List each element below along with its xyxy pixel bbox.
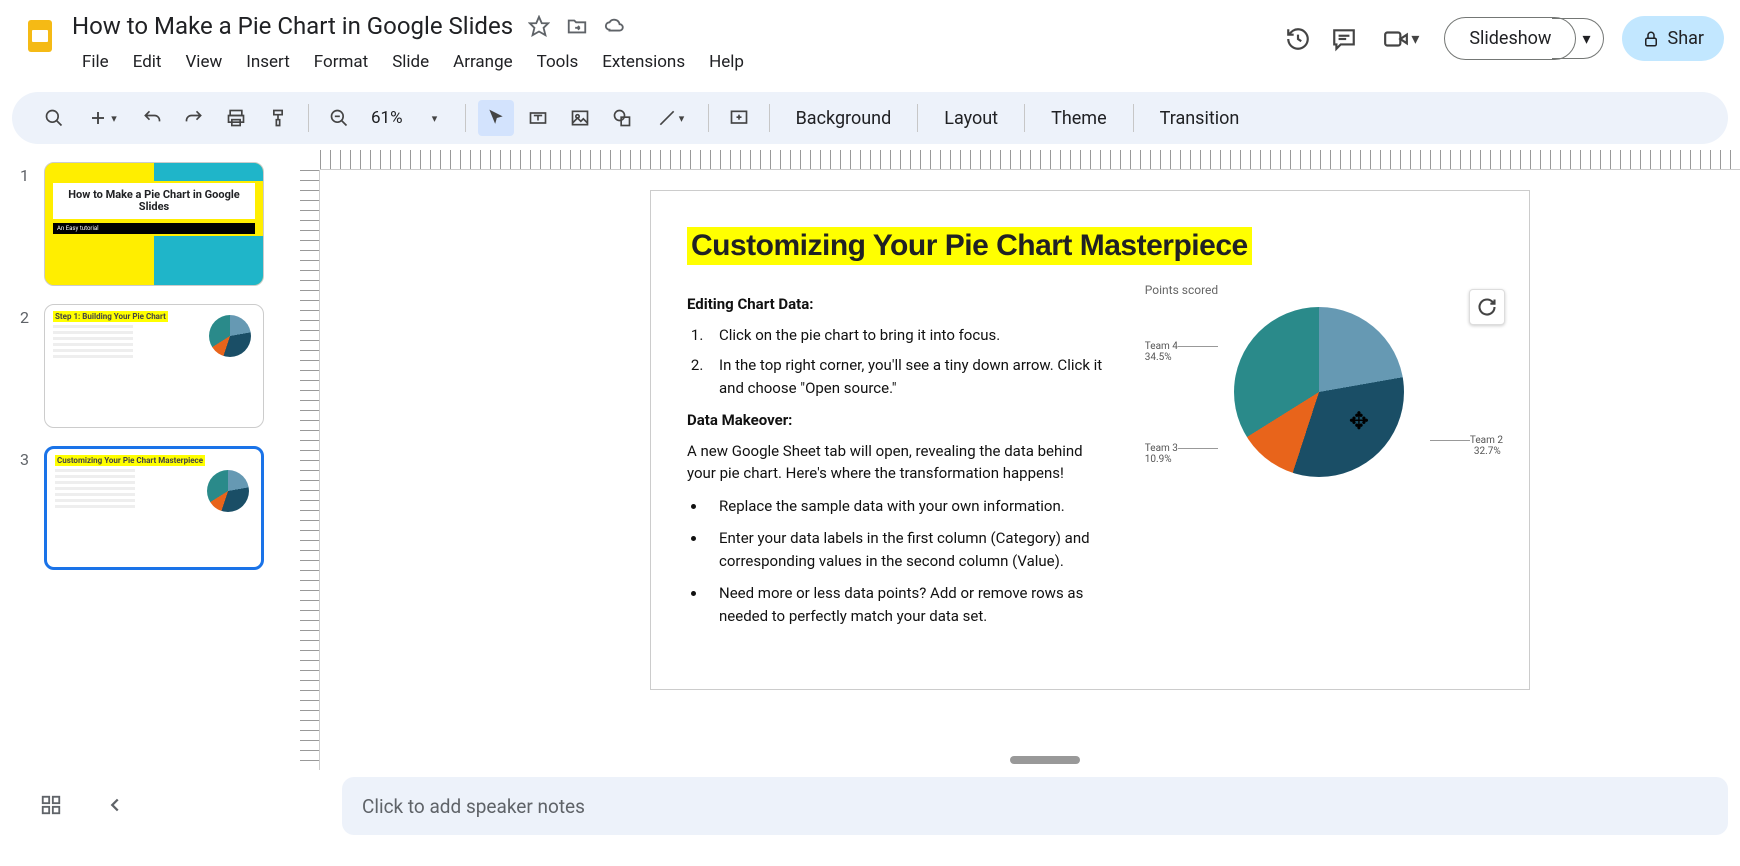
history-icon[interactable] <box>1284 25 1312 53</box>
slide-number: 3 <box>20 450 44 469</box>
toolbar: ▾ 61% ▾ ▾ Background Layout Theme Transi… <box>12 92 1728 144</box>
zoom-out-icon[interactable] <box>321 100 357 136</box>
undo-icon[interactable] <box>134 100 170 136</box>
canvas-area: Customizing Your Pie Chart Masterpiece E… <box>300 150 1740 770</box>
subheading-2: Data Makeover: <box>687 409 1115 432</box>
horizontal-scrollbar[interactable] <box>1010 756 1080 764</box>
slide-thumbnail-1[interactable]: How to Make a Pie Chart in Google Slides… <box>44 162 264 286</box>
pie-chart <box>1234 307 1404 477</box>
layout-button[interactable]: Layout <box>930 108 1012 129</box>
lock-icon <box>1642 30 1660 48</box>
grid-view-icon[interactable] <box>40 794 64 818</box>
workspace: 1 How to Make a Pie Chart in Google Slid… <box>0 150 1740 770</box>
slide-title[interactable]: Customizing Your Pie Chart Masterpiece <box>687 227 1252 265</box>
paragraph: A new Google Sheet tab will open, reveal… <box>687 440 1115 485</box>
transition-button[interactable]: Transition <box>1146 108 1254 129</box>
horizontal-ruler[interactable] <box>320 150 1740 170</box>
menu-view[interactable]: View <box>175 48 232 76</box>
collapse-filmstrip-icon[interactable] <box>104 794 128 818</box>
cloud-status-icon[interactable] <box>603 14 627 38</box>
meet-icon[interactable]: ▾ <box>1376 25 1426 53</box>
document-title[interactable]: How to Make a Pie Chart in Google Slides <box>72 12 513 40</box>
search-menus-icon[interactable] <box>36 100 72 136</box>
thumb1-title: How to Make a Pie Chart in Google Slides <box>53 183 255 219</box>
background-button[interactable]: Background <box>782 108 906 129</box>
chart-label-team4: Team 434.5% <box>1145 341 1218 363</box>
speaker-notes-input[interactable]: Click to add speaker notes <box>342 777 1728 835</box>
list-item: Click on the pie chart to bring it into … <box>707 324 1115 347</box>
refresh-chart-icon[interactable] <box>1469 289 1505 325</box>
menu-extensions[interactable]: Extensions <box>592 48 695 76</box>
list-item: In the top right corner, you'll see a ti… <box>707 354 1115 399</box>
shape-tool-icon[interactable] <box>604 100 640 136</box>
slide-filmstrip[interactable]: 1 How to Make a Pie Chart in Google Slid… <box>0 150 300 770</box>
pie-chart-object[interactable]: Points scored ✥ Team 434.5% Team 232.7% … <box>1145 283 1493 637</box>
move-cursor-icon: ✥ <box>1349 407 1369 435</box>
slide-canvas[interactable]: Customizing Your Pie Chart Masterpiece E… <box>650 190 1530 690</box>
share-button[interactable]: Shar <box>1622 16 1725 61</box>
thumb1-sub: An Easy tutorial <box>53 223 255 234</box>
redo-icon[interactable] <box>176 100 212 136</box>
theme-button[interactable]: Theme <box>1037 108 1121 129</box>
menu-tools[interactable]: Tools <box>527 48 589 76</box>
line-tool-icon[interactable]: ▾ <box>646 100 696 136</box>
print-icon[interactable] <box>218 100 254 136</box>
share-label: Shar <box>1668 28 1705 49</box>
menu-file[interactable]: File <box>72 48 119 76</box>
menu-help[interactable]: Help <box>699 48 754 76</box>
star-icon[interactable] <box>527 14 551 38</box>
thumb3-title: Customizing Your Pie Chart Masterpiece <box>55 455 205 466</box>
slide-number: 1 <box>20 166 44 185</box>
slide-number: 2 <box>20 308 44 327</box>
vertical-ruler[interactable] <box>300 170 320 770</box>
chart-label-team3: Team 310.9% <box>1145 443 1218 465</box>
canvas-scroll[interactable]: Customizing Your Pie Chart Masterpiece E… <box>320 170 1740 770</box>
subheading-1: Editing Chart Data: <box>687 293 1115 316</box>
menu-slide[interactable]: Slide <box>382 48 439 76</box>
select-tool-icon[interactable] <box>478 100 514 136</box>
paint-format-icon[interactable] <box>260 100 296 136</box>
slide-thumbnail-2[interactable]: Step 1: Building Your Pie Chart <box>44 304 264 428</box>
slides-logo[interactable] <box>20 16 60 56</box>
footer: Click to add speaker notes <box>0 770 1740 842</box>
app-header: How to Make a Pie Chart in Google Slides… <box>0 0 1740 88</box>
zoom-value[interactable]: 61% <box>363 108 411 128</box>
mini-pie-icon <box>207 470 249 512</box>
slideshow-dropdown[interactable]: ▾ <box>1552 18 1603 59</box>
menu-edit[interactable]: Edit <box>123 48 172 76</box>
new-slide-icon[interactable]: ▾ <box>78 100 128 136</box>
list-item: Need more or less data points? Add or re… <box>707 582 1115 627</box>
chart-title: Points scored <box>1145 283 1493 297</box>
move-folder-icon[interactable] <box>565 14 589 38</box>
menu-arrange[interactable]: Arrange <box>443 48 522 76</box>
thumb2-title: Step 1: Building Your Pie Chart <box>53 311 168 322</box>
slide-text-content[interactable]: Editing Chart Data: Click on the pie cha… <box>687 283 1115 637</box>
menu-bar: File Edit View Insert Format Slide Arran… <box>72 48 1284 76</box>
comments-icon[interactable] <box>1330 25 1358 53</box>
comment-tool-icon[interactable] <box>721 100 757 136</box>
menu-format[interactable]: Format <box>304 48 378 76</box>
zoom-dropdown-icon[interactable]: ▾ <box>417 100 453 136</box>
image-tool-icon[interactable] <box>562 100 598 136</box>
list-item: Enter your data labels in the first colu… <box>707 527 1115 572</box>
textbox-tool-icon[interactable] <box>520 100 556 136</box>
mini-pie-icon <box>209 315 251 357</box>
list-item: Replace the sample data with your own in… <box>707 495 1115 518</box>
menu-insert[interactable]: Insert <box>236 48 300 76</box>
slide-thumbnail-3[interactable]: Customizing Your Pie Chart Masterpiece <box>44 446 264 570</box>
chart-label-team2: Team 232.7% <box>1430 435 1503 457</box>
